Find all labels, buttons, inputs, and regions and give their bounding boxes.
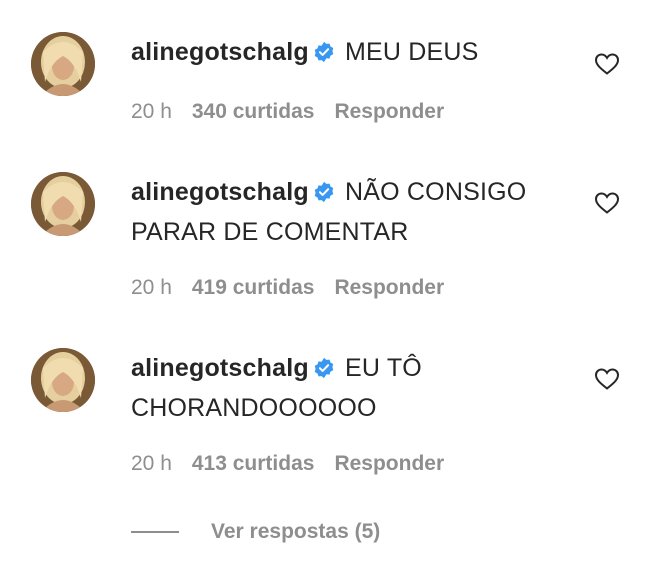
verified-badge-icon <box>313 177 335 214</box>
reply-button[interactable]: Responder <box>334 452 444 475</box>
view-replies-label: Ver respostas (5) <box>211 520 381 543</box>
heart-outline-icon[interactable] <box>594 52 620 76</box>
comment-body: alinegotschalg EU TÔ CHORANDOOOOOO <box>131 350 571 427</box>
comment-meta: 20 h 340 curtidas Responder <box>131 100 464 124</box>
comment-body: alinegotschalg MEU DEUS <box>131 34 571 74</box>
verified-badge-icon <box>313 37 335 74</box>
heart-outline-icon[interactable] <box>594 191 620 215</box>
avatar[interactable] <box>31 32 95 96</box>
reply-button[interactable]: Responder <box>334 100 444 123</box>
comment-text: MEU DEUS <box>345 38 479 66</box>
timestamp: 20 h <box>131 100 172 123</box>
timestamp: 20 h <box>131 452 172 475</box>
comment-meta: 20 h 413 curtidas Responder <box>131 452 464 476</box>
view-replies-button[interactable]: Ver respostas (5) <box>131 517 380 547</box>
likes-count[interactable]: 419 curtidas <box>192 276 315 299</box>
comment-meta: 20 h 419 curtidas Responder <box>131 276 464 300</box>
likes-count[interactable]: 340 curtidas <box>192 100 315 123</box>
username-link[interactable]: alinegotschalg <box>131 178 309 206</box>
heart-outline-icon[interactable] <box>594 367 620 391</box>
username-link[interactable]: alinegotschalg <box>131 354 309 382</box>
reply-button[interactable]: Responder <box>334 276 444 299</box>
divider-line <box>131 531 179 533</box>
verified-badge-icon <box>313 353 335 390</box>
comment-body: alinegotschalg NÃO CONSIGO PARAR DE COME… <box>131 174 571 251</box>
likes-count[interactable]: 413 curtidas <box>192 452 315 475</box>
username-link[interactable]: alinegotschalg <box>131 38 309 66</box>
timestamp: 20 h <box>131 276 172 299</box>
avatar[interactable] <box>31 172 95 236</box>
avatar[interactable] <box>31 348 95 412</box>
